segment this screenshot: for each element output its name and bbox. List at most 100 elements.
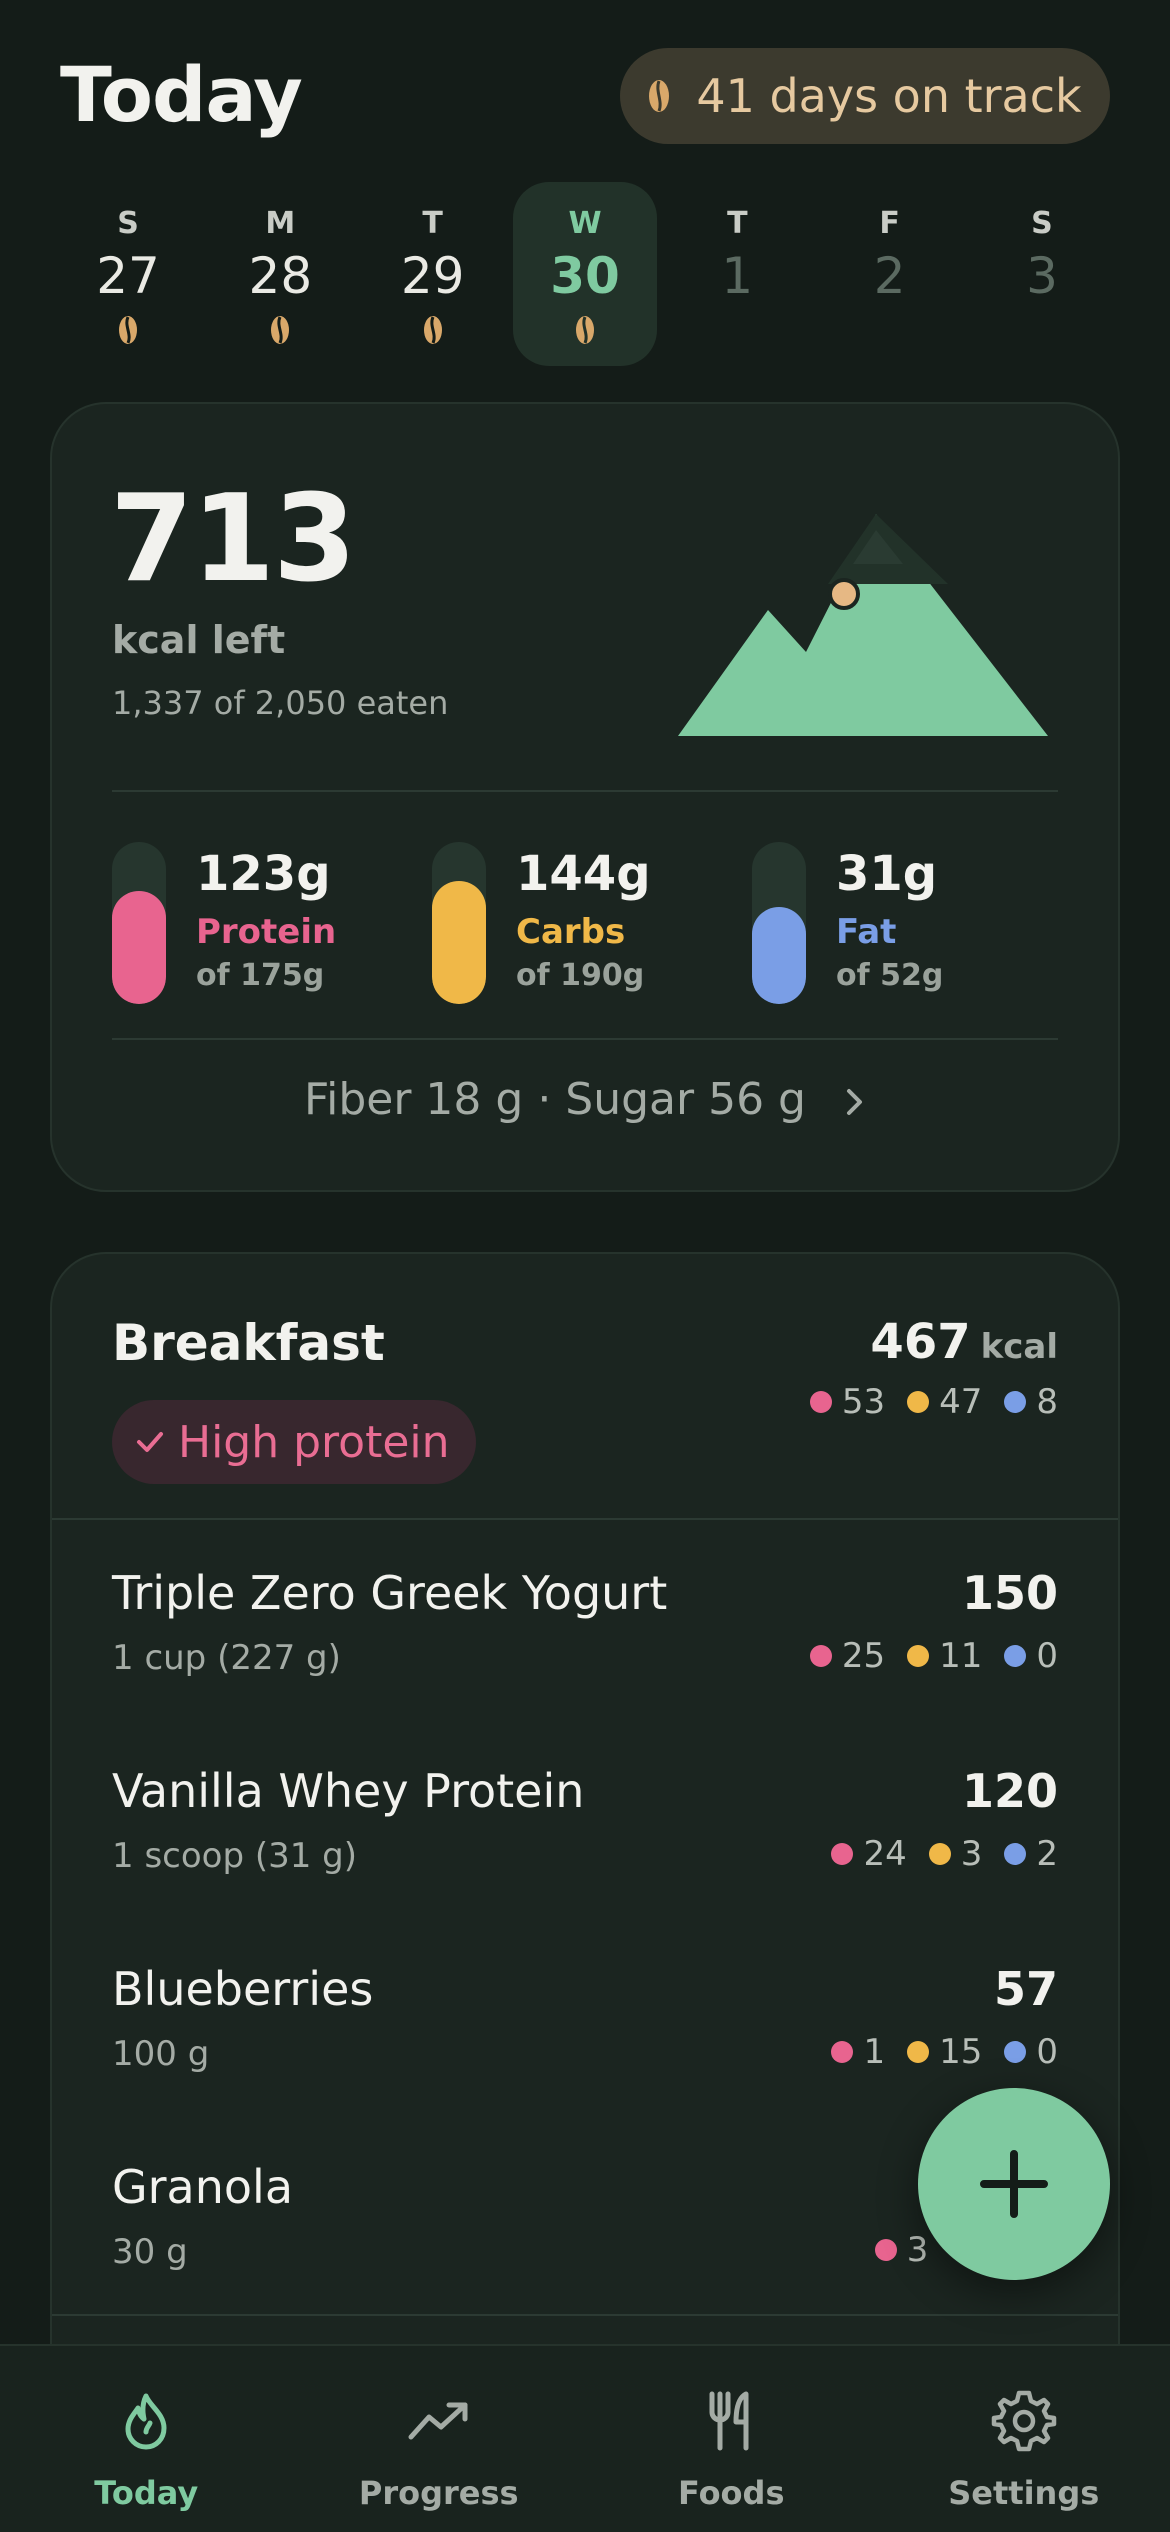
macro-carbs[interactable]: 144g Carbs of 190g xyxy=(432,840,752,1010)
carbs-label: Carbs xyxy=(516,912,626,952)
macro-protein[interactable]: 123g Protein of 175g xyxy=(112,840,432,1010)
food-name: Blueberries xyxy=(112,1962,374,2016)
macro-summary: 123g Protein of 175g 144g Carbs of 190g … xyxy=(112,840,1072,1010)
food-serving: 1 scoop (31 g) xyxy=(112,1836,358,1876)
food-item[interactable]: Vanilla Whey Protein 1 scoop (31 g) 120 … xyxy=(112,1764,1058,1934)
streak-badge[interactable]: 41 days on track xyxy=(620,48,1110,144)
fat-progress-fill xyxy=(752,906,806,1004)
food-serving: 1 cup (227 g) xyxy=(112,1638,341,1678)
meal-kcal-value: 467 xyxy=(870,1314,971,1370)
food-name: Triple Zero Greek Yogurt xyxy=(112,1566,668,1620)
tab-today[interactable]: Today xyxy=(0,2346,293,2532)
fat-dot xyxy=(1004,1645,1027,1667)
meal-fat: 8 xyxy=(1036,1382,1058,1422)
day-date: 2 xyxy=(873,247,906,305)
meal-protein: 53 xyxy=(841,1382,886,1422)
add-food-button[interactable] xyxy=(918,2088,1110,2280)
tab-label: Settings xyxy=(948,2474,1100,2512)
fork-knife-icon xyxy=(709,2391,749,2451)
food-carbs: 3 xyxy=(960,1834,983,1874)
protein-dot xyxy=(874,2239,897,2261)
fiber-sugar-link[interactable]: Fiber 18 g · Sugar 56 g xyxy=(52,1074,1118,1125)
divider xyxy=(112,790,1058,792)
food-macro-dots: 25 11 0 xyxy=(809,1636,1058,1676)
tab-label: Progress xyxy=(358,2474,519,2512)
meal-title: Breakfast xyxy=(112,1314,385,1372)
food-carbs: 11 xyxy=(939,1636,983,1676)
day-letter: W xyxy=(568,206,602,241)
food-protein: 1 xyxy=(863,2032,886,2072)
food-item[interactable]: Blueberries 100 g 57 1 15 0 xyxy=(112,1962,1058,2132)
kcal-left-label: kcal left xyxy=(112,618,286,662)
carbs-progress-fill xyxy=(432,880,486,1004)
day-fri-2[interactable]: F 2 xyxy=(818,182,962,366)
food-protein: 24 xyxy=(863,1834,907,1874)
food-name: Vanilla Whey Protein xyxy=(112,1764,585,1818)
day-wed-30[interactable]: W 30 xyxy=(512,182,657,366)
food-carbs: 15 xyxy=(939,2032,983,2072)
bean-icon xyxy=(271,316,290,344)
day-sat-3[interactable]: S 3 xyxy=(970,182,1114,366)
fat-dot xyxy=(1004,2041,1027,2063)
carbs-dot xyxy=(907,1391,930,1413)
food-fat: 0 xyxy=(1036,2032,1058,2072)
food-serving: 30 g xyxy=(112,2232,188,2272)
food-serving: 100 g xyxy=(112,2034,210,2074)
mountain-progress-illustration xyxy=(678,514,1048,736)
protein-amount: 123g xyxy=(196,846,331,902)
bean-icon xyxy=(423,316,442,344)
fiber-sugar-text: Fiber 18 g · Sugar 56 g xyxy=(304,1074,806,1125)
tab-label: Today xyxy=(94,2474,199,2512)
protein-progress-fill xyxy=(112,890,166,1004)
day-mon-28[interactable]: M 28 xyxy=(208,182,352,366)
checkmark-icon xyxy=(137,1432,163,1452)
food-protein: 25 xyxy=(841,1636,886,1676)
food-item[interactable]: Triple Zero Greek Yogurt 1 cup (227 g) 1… xyxy=(112,1566,1058,1736)
protein-dot xyxy=(809,1645,832,1667)
tab-label: Foods xyxy=(678,2474,785,2512)
meal-carbs: 47 xyxy=(939,1382,983,1422)
carbs-dot xyxy=(907,2041,930,2063)
carbs-goal: of 190g xyxy=(516,958,645,993)
macro-fat[interactable]: 31g Fat of 52g xyxy=(752,840,1072,1010)
divider xyxy=(52,1518,1118,1520)
flame-icon xyxy=(125,2393,167,2450)
day-tue-29[interactable]: T 29 xyxy=(361,182,505,366)
day-date: 30 xyxy=(550,247,620,305)
meal-kcal: 467 kcal xyxy=(870,1314,1058,1370)
food-macro-dots: 1 15 0 xyxy=(831,2032,1058,2072)
food-protein: 3 xyxy=(906,2230,929,2270)
day-date: 29 xyxy=(400,247,465,305)
fat-dot xyxy=(1004,1843,1027,1865)
plus-icon xyxy=(980,2150,1048,2218)
tab-foods[interactable]: Foods xyxy=(585,2346,878,2532)
carbs-dot xyxy=(928,1843,951,1865)
meal-macro-dots: 53 47 8 xyxy=(809,1382,1058,1422)
high-protein-tag: High protein xyxy=(112,1400,476,1484)
fat-amount: 31g xyxy=(836,846,938,902)
meal-kcal-unit: kcal xyxy=(980,1327,1058,1367)
meal-card-breakfast[interactable]: Breakfast 467 kcal 53 47 8 High protein T… xyxy=(50,1252,1120,2532)
bottom-tab-bar: Today Progress Foods Settings xyxy=(0,2344,1170,2532)
gear-icon xyxy=(991,2390,1056,2452)
food-name: Granola xyxy=(112,2160,294,2214)
day-letter: S xyxy=(117,206,139,241)
chevron-right-icon xyxy=(846,1089,862,1115)
calorie-summary-card[interactable]: 713 kcal left 1,337 of 2,050 eaten 123g … xyxy=(50,402,1120,1192)
kcal-left-value: 713 xyxy=(110,470,356,609)
fat-dot xyxy=(1004,1391,1027,1413)
tab-progress[interactable]: Progress xyxy=(293,2346,586,2532)
food-kcal: 57 xyxy=(993,1962,1058,2016)
food-fat: 0 xyxy=(1036,1636,1058,1676)
food-item[interactable]: Granola 30 g 3 1 xyxy=(112,2160,1058,2330)
day-sun-27[interactable]: S 27 xyxy=(56,182,200,366)
divider xyxy=(52,2314,1118,2316)
carbs-amount: 144g xyxy=(516,846,651,902)
page-title: Today xyxy=(60,50,303,139)
day-thu-1[interactable]: T 1 xyxy=(665,182,809,366)
tab-settings[interactable]: Settings xyxy=(878,2346,1170,2532)
kcal-eaten-text: 1,337 of 2,050 eaten xyxy=(112,684,449,722)
trend-up-icon xyxy=(408,2402,468,2440)
day-date: 3 xyxy=(1026,247,1058,305)
fat-goal: of 52g xyxy=(836,958,944,993)
